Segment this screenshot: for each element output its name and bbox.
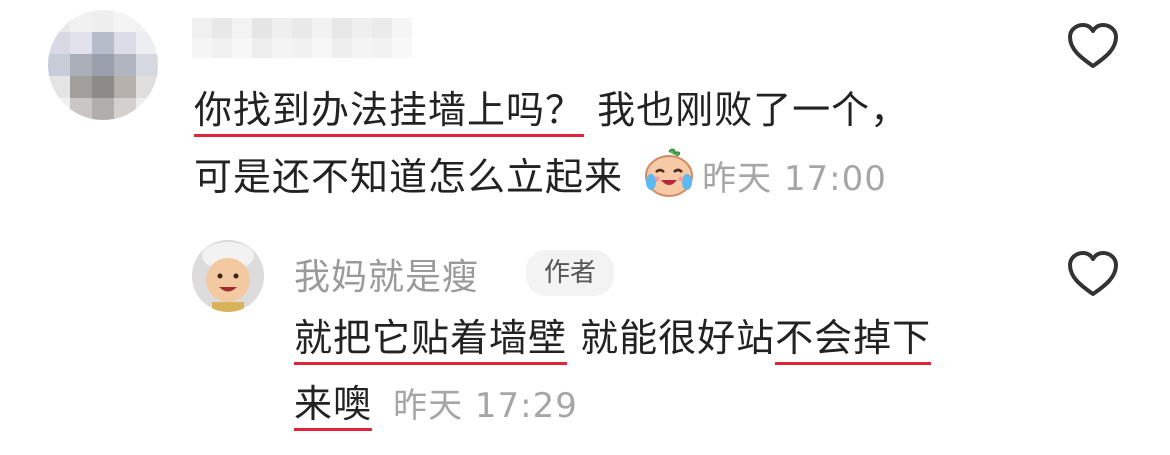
underlined-phrase: 你找到办法挂墙上吗？ — [194, 88, 585, 137]
author-badge: 作者 — [526, 250, 615, 296]
comment-text-line-2: 可是还不知道怎么立起来 昨天 17:00 — [194, 146, 887, 209]
reply-author-name[interactable]: 我妈就是瘦 — [294, 248, 479, 300]
comment-timestamp: 昨天 17:00 — [702, 159, 887, 199]
underlined-phrase: 就把它贴着墙壁 — [294, 316, 568, 365]
reply-author-avatar[interactable] — [192, 240, 264, 312]
reply-text-line-2: 来噢 昨天 17:29 — [294, 374, 578, 436]
reply-text-line-1: 就把它贴着墙壁 就能很好站不会掉下 — [294, 308, 932, 368]
commenter-avatar[interactable] — [48, 10, 158, 120]
comment-text-line-1: 你找到办法挂墙上吗？ 我也刚败了一个， — [194, 80, 909, 140]
commenter-name-redacted — [192, 18, 412, 58]
crying-laughing-face-emoji — [642, 146, 696, 200]
underlined-phrase: 来噢 — [294, 382, 373, 431]
reply-timestamp: 昨天 17:29 — [393, 386, 578, 426]
underlined-phrase: 不会掉下 — [775, 316, 932, 365]
reply-like-heart-icon[interactable] — [1066, 250, 1120, 298]
like-heart-icon[interactable] — [1066, 22, 1120, 70]
